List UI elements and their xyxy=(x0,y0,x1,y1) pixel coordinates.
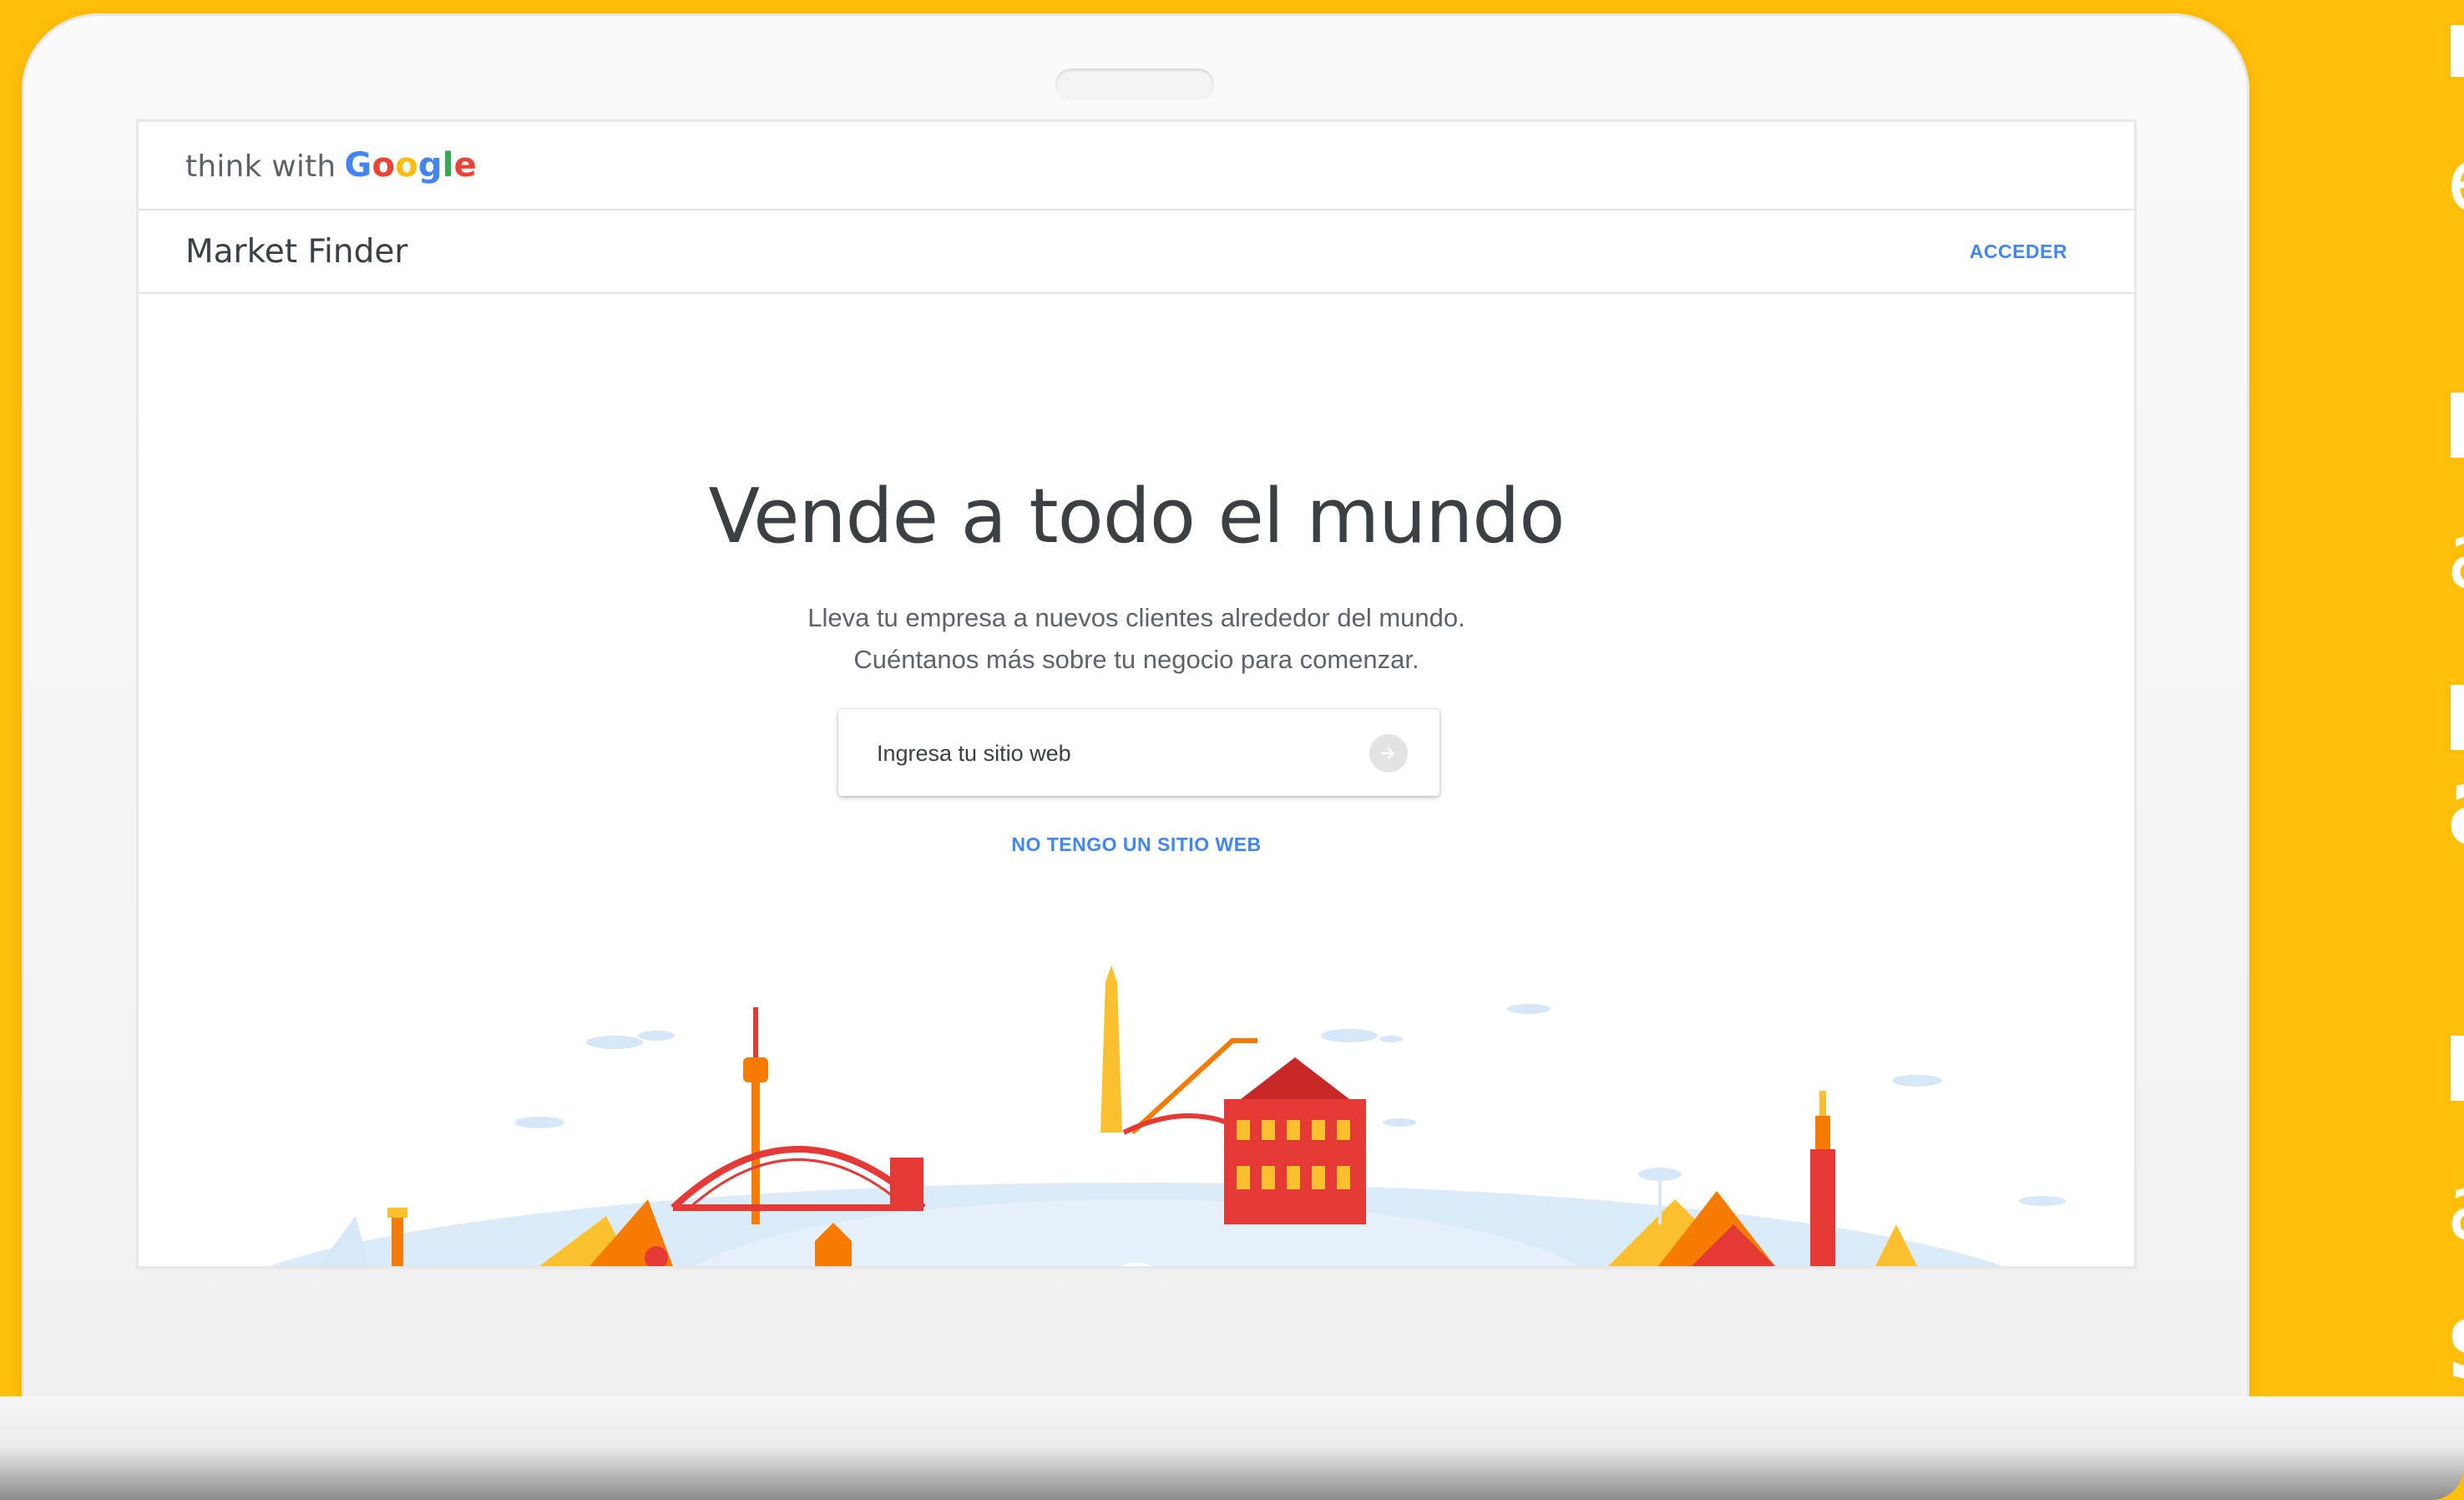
logo-letter: o xyxy=(395,146,418,185)
side-text-fragment xyxy=(2451,685,2464,750)
signin-button[interactable]: ACCEDER xyxy=(1970,241,2067,263)
side-text-2: a xyxy=(2446,509,2464,601)
logo-letter: e xyxy=(453,146,477,185)
logo-prefix: think with xyxy=(185,149,336,184)
laptop-base xyxy=(0,1396,2464,1500)
side-text-4: a xyxy=(2446,1161,2464,1253)
no-website-link[interactable]: NO TENGO UN SITIO WEB xyxy=(139,834,2134,856)
logo-letter: G xyxy=(344,146,372,185)
side-text-5: s xyxy=(2446,1286,2464,1395)
browser-screen: think with Google Market Finder ACCEDER … xyxy=(139,122,2134,1266)
subtitle-line-2: Cuéntanos más sobre tu negocio para come… xyxy=(853,645,1419,674)
site-header: think with Google xyxy=(139,122,2134,210)
google-wordmark: Google xyxy=(344,146,477,185)
logo-letter: l xyxy=(442,146,454,185)
app-bar: Market Finder ACCEDER xyxy=(139,210,2134,294)
logo-letter: o xyxy=(372,146,396,185)
logo-letter: g xyxy=(417,146,443,185)
arrow-right-icon xyxy=(1381,747,1394,759)
world-landmarks-illustration xyxy=(270,965,2066,1266)
side-text-1: e xyxy=(2446,134,2464,226)
app-title: Market Finder xyxy=(185,232,408,271)
think-with-google-logo[interactable]: think with Google xyxy=(185,146,477,185)
side-text-3: a xyxy=(2446,752,2464,860)
side-text-fragment xyxy=(2451,1036,2464,1101)
subtitle-line-1: Lleva tu empresa a nuevos clientes alred… xyxy=(807,603,1465,632)
submit-website-button[interactable] xyxy=(1369,734,1408,773)
side-text-fragment xyxy=(2451,25,2464,77)
side-text-fragment xyxy=(2451,393,2464,458)
page-title: Vende a todo el mundo xyxy=(708,473,1566,560)
website-input[interactable] xyxy=(875,732,1346,774)
webcam xyxy=(1055,68,1214,100)
website-search-box xyxy=(838,709,1439,796)
